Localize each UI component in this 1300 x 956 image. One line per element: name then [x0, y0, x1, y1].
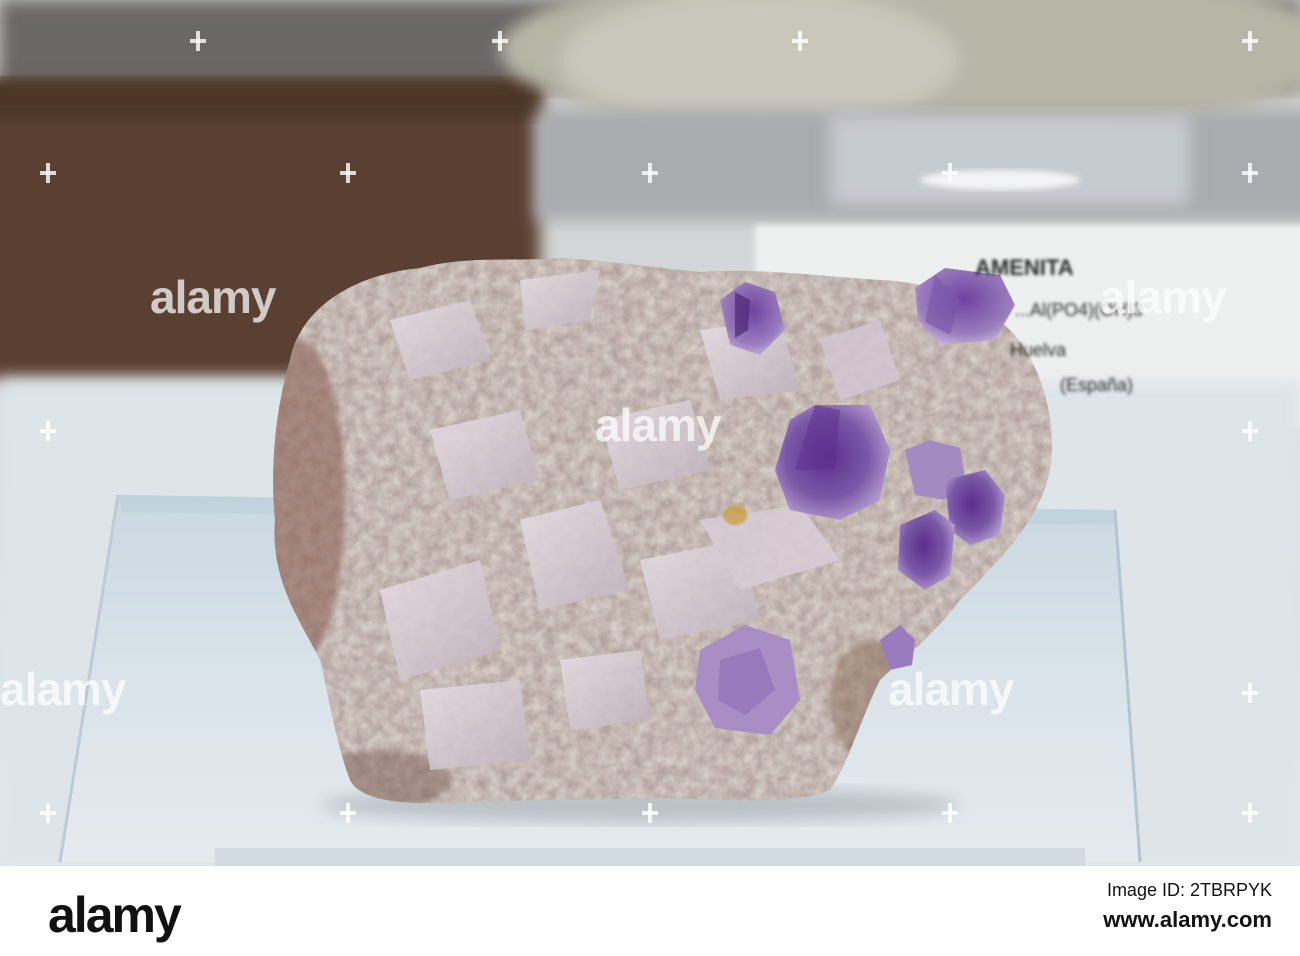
watermark-plus-icon: [1242, 28, 1258, 54]
site-url-link[interactable]: www.alamy.com: [1103, 907, 1272, 933]
watermark-text: alamy: [0, 663, 126, 715]
alamy-logo[interactable]: alamy: [48, 886, 182, 944]
specimen-label-country: (España): [1060, 375, 1134, 395]
watermark-text: alamy: [150, 271, 276, 323]
photo-area: AMENITA ...Al(PO4)(OH)3 Huelva (España) …: [0, 0, 1300, 866]
image-id: Image ID: 2TBRPYK: [1106, 880, 1272, 900]
specimen-label-title: AMENITA: [975, 255, 1074, 280]
watermark-plus-icon: [40, 418, 56, 444]
watermark-text: alamy: [595, 399, 721, 451]
specimen-label-locality: Huelva: [1010, 340, 1067, 360]
watermark-plus-icon: [1242, 160, 1258, 186]
watermark-plus-icon: [1242, 418, 1258, 444]
watermark-plus-icon: [340, 160, 356, 186]
watermark-text: alamy: [888, 663, 1014, 715]
watermark-plus-icon: [492, 28, 508, 54]
watermark-plus-icon: [942, 160, 958, 186]
watermark-text: alamy: [1100, 271, 1226, 323]
watermark-plus-icon: [792, 28, 808, 54]
watermark-plus-icon: [40, 160, 56, 186]
watermark-plus-icon: [340, 800, 356, 826]
footer-info: Image ID: 2TBRPYK www.alamy.com: [1103, 880, 1272, 933]
watermark-plus-icon: [40, 800, 56, 826]
watermark-plus-icon: [642, 800, 658, 826]
watermark-plus-icon: [190, 28, 206, 54]
watermark-plus-icon: [942, 800, 958, 826]
footer-bar: alamy Image ID: 2TBRPYK www.alamy.com: [0, 866, 1300, 956]
watermark-plus-icon: [1242, 680, 1258, 706]
watermark-plus-icon: [1242, 800, 1258, 826]
stock-photo: AMENITA ...Al(PO4)(OH)3 Huelva (España) …: [0, 0, 1300, 956]
watermark-plus-icon: [642, 160, 658, 186]
